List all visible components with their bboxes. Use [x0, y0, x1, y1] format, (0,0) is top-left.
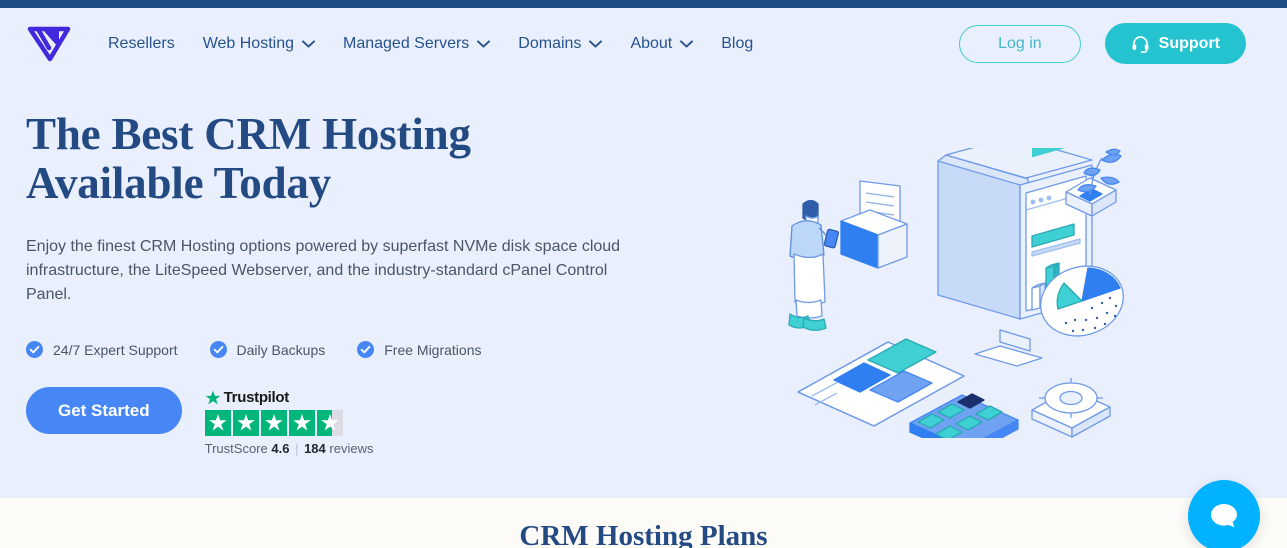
- feature-label: Daily Backups: [236, 341, 326, 358]
- feature-label: Free Migrations: [384, 341, 482, 358]
- hero-illustration: [788, 148, 1124, 438]
- nav-label: About: [630, 34, 673, 52]
- nav-label: Blog: [721, 34, 754, 52]
- vertex-logo-icon[interactable]: [26, 26, 72, 62]
- chat-widget-button[interactable]: [1188, 480, 1260, 548]
- trustpilot-brand: Trustpilot: [205, 389, 374, 406]
- trustscore-separator: |: [295, 441, 299, 456]
- feature-item: Free Migrations: [357, 341, 482, 358]
- illustration-person: [788, 199, 839, 331]
- main-navigation: Resellers Web Hosting Managed Servers Do…: [108, 35, 959, 53]
- chat-bubble-icon: [1211, 504, 1237, 528]
- star-tile-filled: [288, 410, 315, 436]
- check-circle-icon: [26, 341, 43, 358]
- nav-item-managed-servers[interactable]: Managed Servers: [343, 34, 491, 53]
- nav-label: Web Hosting: [202, 34, 294, 52]
- illustration-gear: [1031, 378, 1111, 438]
- support-button[interactable]: Support: [1104, 23, 1246, 64]
- trustpilot-star-rating: [204, 410, 374, 436]
- nav-label: Resellers: [108, 34, 175, 52]
- feature-item: 24/7 Expert Support: [26, 341, 178, 358]
- reviews-count: 184: [304, 441, 326, 456]
- star-tile-partial: [316, 410, 343, 436]
- nav-item-domains[interactable]: Domains: [518, 34, 603, 53]
- get-started-button[interactable]: Get Started: [26, 387, 182, 434]
- reviews-label: reviews: [329, 441, 374, 456]
- header-actions: Log in Support: [959, 23, 1246, 64]
- feature-item: Daily Backups: [209, 341, 326, 358]
- nav-item-resellers[interactable]: Resellers: [108, 35, 175, 53]
- star-tile-filled: [204, 410, 231, 436]
- trustpilot-widget[interactable]: Trustpilot TrustScore 4.6 | 184 reviews: [204, 387, 374, 456]
- nav-label: Managed Servers: [343, 34, 470, 52]
- nav-item-blog[interactable]: Blog: [721, 35, 753, 53]
- illustration-keypad: [909, 393, 1019, 438]
- hero-title-line-1: The Best CRM Hosting: [26, 109, 471, 159]
- trustpilot-star-icon: [205, 390, 221, 404]
- login-button[interactable]: Log in: [959, 24, 1081, 63]
- plans-section: CRM Hosting Plans: [0, 498, 1287, 548]
- star-tile-filled: [260, 410, 287, 436]
- check-circle-icon: [209, 341, 227, 358]
- trustscore-value: 4.6: [271, 441, 290, 456]
- illustration-document-box: [840, 180, 908, 269]
- trustscore-summary: TrustScore 4.6 | 184 reviews: [205, 441, 374, 456]
- hero-section: The Best CRM Hosting Available Today Enj…: [0, 79, 1287, 498]
- chevron-down-icon: [302, 39, 315, 48]
- star-tile-filled: [232, 410, 259, 436]
- support-button-label: Support: [1158, 34, 1220, 52]
- hero-subtitle: Enjoy the finest CRM Hosting options pow…: [26, 238, 621, 303]
- hero-title-line-2: Available Today: [26, 158, 332, 208]
- trustpilot-wordmark: Trustpilot: [223, 389, 290, 406]
- chevron-down-icon: [589, 39, 603, 48]
- chevron-down-icon: [680, 39, 694, 48]
- check-circle-icon: [357, 341, 375, 358]
- trustscore-label: TrustScore: [204, 441, 268, 456]
- site-header: Resellers Web Hosting Managed Servers Do…: [0, 8, 1287, 79]
- page-title: The Best CRM Hosting Available Today: [26, 110, 626, 208]
- nav-item-web-hosting[interactable]: Web Hosting: [203, 35, 315, 53]
- top-accent-bar: [0, 0, 1287, 8]
- nav-label: Domains: [518, 34, 582, 52]
- plans-section-title: CRM Hosting Plans: [519, 520, 768, 548]
- chevron-down-icon: [477, 39, 491, 48]
- headset-icon: [1132, 36, 1149, 53]
- feature-label: 24/7 Expert Support: [53, 341, 178, 358]
- nav-item-about[interactable]: About: [630, 34, 694, 53]
